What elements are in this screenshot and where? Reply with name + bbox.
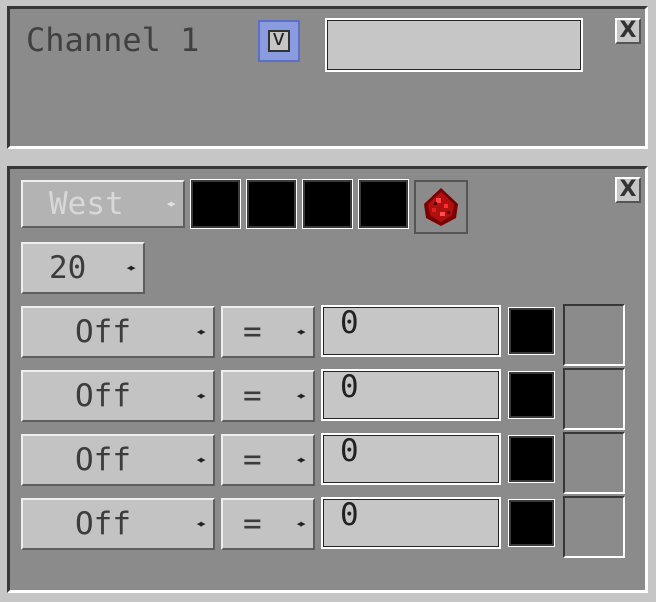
- value-field[interactable]: 0: [321, 433, 501, 485]
- cycle-arrows-icon: ◂▸: [195, 516, 206, 532]
- cycle-arrows-icon: ◂▸: [295, 516, 306, 532]
- close-icon[interactable]: X: [615, 18, 641, 44]
- channel-name-field[interactable]: [325, 18, 583, 72]
- color-swatch[interactable]: [190, 179, 241, 229]
- condition-row: Off ◂▸ = ◂▸ 0: [10, 368, 645, 430]
- color-swatch[interactable]: [358, 179, 409, 229]
- mode-button[interactable]: Off ◂▸: [21, 434, 215, 486]
- value-field[interactable]: 0: [321, 369, 501, 421]
- operator-button[interactable]: = ◂▸: [221, 498, 315, 550]
- close-icon[interactable]: X: [615, 177, 641, 203]
- cycle-arrows-icon: ◂▸: [125, 260, 136, 276]
- cycle-arrows-icon: ◂▸: [295, 324, 306, 340]
- color-swatch[interactable]: [508, 307, 555, 355]
- cycle-arrows-icon: ◂▸: [165, 196, 176, 212]
- value-field[interactable]: 0: [321, 305, 501, 357]
- channel-panel: Channel 1 v X: [7, 6, 648, 149]
- color-swatch[interactable]: [508, 371, 555, 419]
- value-text: 0: [340, 369, 359, 405]
- direction-button[interactable]: West ◂▸: [21, 180, 185, 228]
- color-swatch[interactable]: [246, 179, 297, 229]
- cycle-arrows-icon: ◂▸: [195, 388, 206, 404]
- condition-row: Off ◂▸ = ◂▸ 0: [10, 496, 645, 558]
- channel-checkbox[interactable]: v: [258, 20, 300, 62]
- value-text: 0: [340, 433, 359, 469]
- color-swatch[interactable]: [508, 499, 555, 547]
- operator-label: =: [243, 506, 262, 542]
- interval-button[interactable]: 20 ◂▸: [21, 242, 145, 294]
- mode-label: Off: [75, 314, 131, 350]
- condition-row: Off ◂▸ = ◂▸ 0: [10, 432, 645, 494]
- item-slot[interactable]: [563, 496, 625, 558]
- value-text: 0: [340, 497, 359, 533]
- cycle-arrows-icon: ◂▸: [295, 452, 306, 468]
- item-slot[interactable]: [414, 180, 468, 234]
- mode-label: Off: [75, 506, 131, 542]
- redstone-dust-icon: [424, 188, 458, 226]
- item-slot[interactable]: [563, 368, 625, 430]
- cycle-arrows-icon: ◂▸: [195, 324, 206, 340]
- item-slot[interactable]: [563, 432, 625, 494]
- mode-label: Off: [75, 442, 131, 478]
- config-panel: X West ◂▸ 20 ◂▸ Off ◂▸ = ◂▸ 0 Off ◂▸ = ◂…: [7, 166, 648, 593]
- mode-button[interactable]: Off ◂▸: [21, 306, 215, 358]
- cycle-arrows-icon: ◂▸: [295, 388, 306, 404]
- direction-label: West: [49, 186, 124, 222]
- color-swatch[interactable]: [302, 179, 353, 229]
- operator-button[interactable]: = ◂▸: [221, 434, 315, 486]
- channel-title: Channel 1: [26, 21, 200, 59]
- mode-label: Off: [75, 378, 131, 414]
- condition-row: Off ◂▸ = ◂▸ 0: [10, 304, 645, 366]
- operator-label: =: [243, 442, 262, 478]
- operator-button[interactable]: = ◂▸: [221, 306, 315, 358]
- operator-label: =: [243, 378, 262, 414]
- value-text: 0: [340, 305, 359, 341]
- cycle-arrows-icon: ◂▸: [195, 452, 206, 468]
- operator-button[interactable]: = ◂▸: [221, 370, 315, 422]
- checkbox-mark: v: [272, 26, 286, 51]
- item-slot[interactable]: [563, 304, 625, 366]
- mode-button[interactable]: Off ◂▸: [21, 498, 215, 550]
- value-field[interactable]: 0: [321, 497, 501, 549]
- color-swatch[interactable]: [508, 435, 555, 483]
- interval-label: 20: [49, 250, 87, 286]
- operator-label: =: [243, 314, 262, 350]
- mode-button[interactable]: Off ◂▸: [21, 370, 215, 422]
